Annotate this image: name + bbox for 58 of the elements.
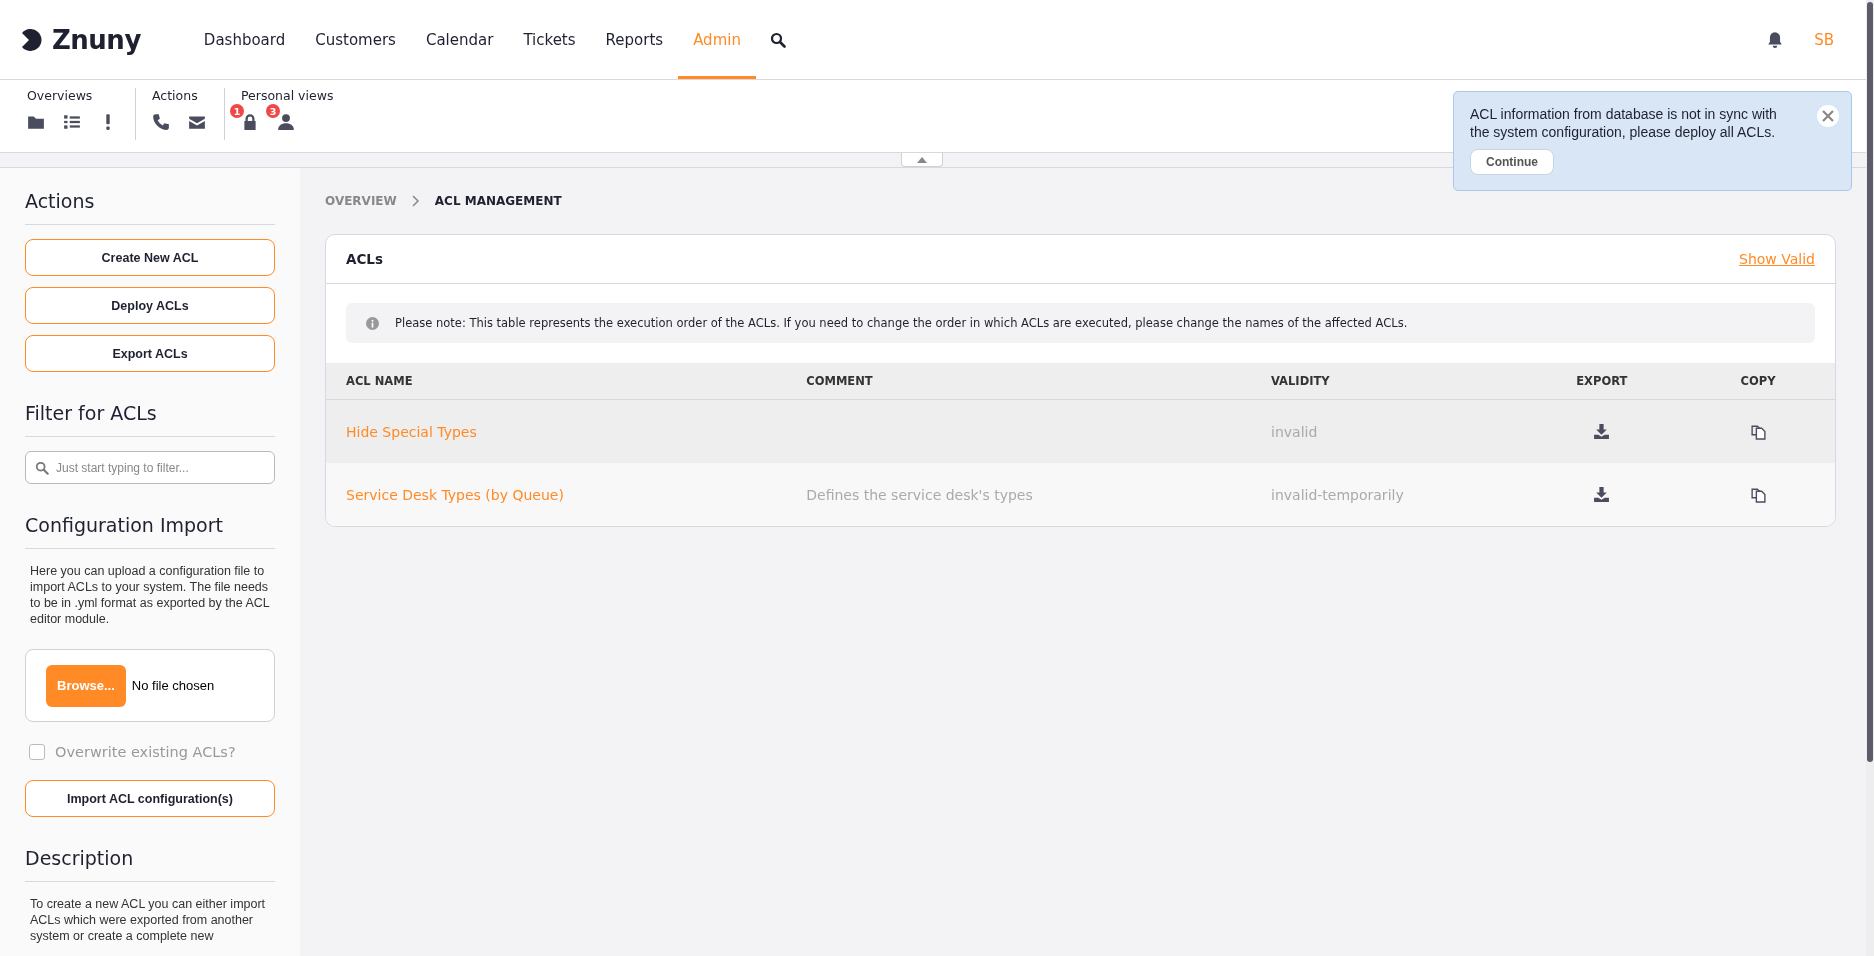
scrollbar[interactable] <box>1866 0 1874 956</box>
nav-tab[interactable]: Tickets <box>508 0 591 79</box>
copy-icon[interactable] <box>1749 423 1767 441</box>
file-status: No file chosen <box>131 678 215 693</box>
section-heading: Description <box>25 847 275 882</box>
chevron-icon <box>410 195 421 207</box>
count-badge: 1 <box>230 104 244 118</box>
close-icon <box>1822 110 1834 122</box>
envelope-icon[interactable] <box>188 113 206 131</box>
numbered-list-icon[interactable] <box>63 113 81 131</box>
notification-message: ACL information from database is not in sync with the system configuration, please deploy all ACLs. <box>1470 105 1778 141</box>
section-heading: Configuration Import <box>25 514 275 549</box>
filter-field[interactable]: Just start typing to filter... <box>25 451 275 484</box>
nav-tab[interactable]: Customers <box>300 0 411 79</box>
toolbar-group-title: Actions <box>152 88 199 103</box>
phone-icon[interactable] <box>152 113 170 131</box>
continue-button[interactable]: Continue <box>1470 149 1554 175</box>
section-heading: Actions <box>25 190 275 225</box>
column-header: EXPORT <box>1522 363 1682 400</box>
nav-tab[interactable]: Reports <box>590 0 679 79</box>
nav-tab[interactable]: Calendar <box>410 0 509 79</box>
search-icon[interactable] <box>769 31 786 48</box>
checkbox-label: Overwrite existing ACLs? <box>55 744 236 760</box>
action-button[interactable]: Export ACLs <box>25 335 275 372</box>
column-header: COMMENT <box>786 363 1251 400</box>
count-badge: 3 <box>266 104 280 118</box>
search-icon <box>35 461 49 475</box>
copy-icon[interactable] <box>1749 486 1767 504</box>
import-help-text: Here you can upload a configuration file to import ACLs to your system. The file needs to be in .yml format as exported by the ACL editor module. <box>29 563 271 627</box>
toolbar-group-title: Personal views <box>241 88 334 103</box>
user-icon[interactable] <box>277 113 295 131</box>
breadcrumb-item[interactable]: ACL MANAGEMENT <box>434 194 562 208</box>
column-header: VALIDITY <box>1251 363 1523 400</box>
validity-cell: invalid-temporarily <box>1271 486 1404 503</box>
panel-title: ACLs <box>346 251 383 267</box>
import-button[interactable]: Import ACL configuration(s) <box>25 780 275 817</box>
overwrite-checkbox[interactable] <box>29 744 45 760</box>
info-icon <box>366 316 379 330</box>
close-button[interactable] <box>1817 105 1839 127</box>
column-header: ACL NAME <box>326 363 787 400</box>
comment-cell: Defines the service desk's types <box>806 486 1033 503</box>
column-header: COPY <box>1681 363 1835 400</box>
action-button[interactable]: Deploy ACLs <box>25 287 275 324</box>
caret-icon <box>917 156 927 163</box>
download-icon[interactable] <box>1593 423 1611 441</box>
logo[interactable]: Znuny <box>20 24 141 55</box>
note-text: Please note: This table represents the execution order of the ACLs. If you need to change the order in which ACLs are executed, please change the names of the affected ACLs. <box>395 316 1408 330</box>
action-button[interactable]: Create New ACL <box>25 239 275 276</box>
section-heading: Filter for ACLs <box>25 402 275 437</box>
lock-icon[interactable] <box>241 113 259 131</box>
validity-cell: invalid <box>1271 423 1318 440</box>
download-icon[interactable] <box>1593 486 1611 504</box>
folder-icon[interactable] <box>27 113 45 131</box>
description-text: To create a new ACL you can either import ACLs which were exported from another system or create a complete new <box>29 896 267 944</box>
collapse-toggle-button[interactable] <box>901 153 943 167</box>
bell-icon[interactable] <box>1766 30 1785 49</box>
nav-tab[interactable]: Dashboard <box>188 0 301 79</box>
toolbar-group-title: Overviews <box>27 88 94 103</box>
